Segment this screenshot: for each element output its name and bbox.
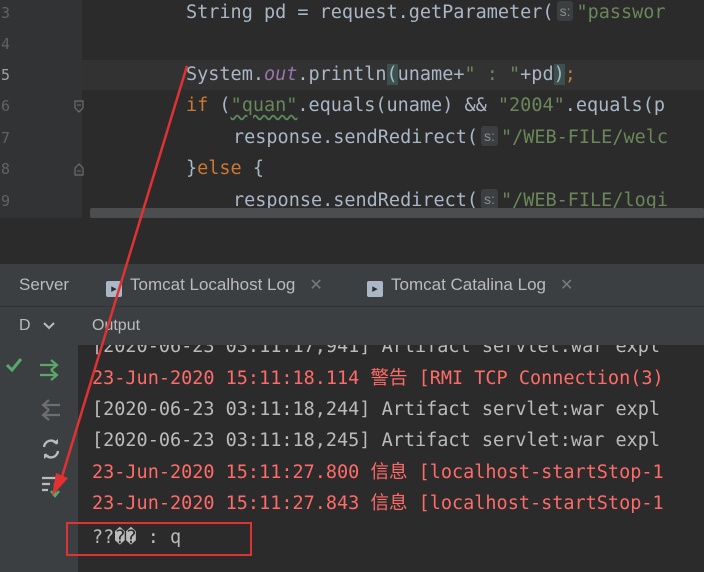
- code-line: }else {: [186, 158, 264, 179]
- line-gutter: 3 4 5 6 7 8 9: [0, 0, 84, 218]
- param-hint: s:: [481, 126, 498, 146]
- horizontal-scrollbar[interactable]: [90, 208, 704, 218]
- tab-tomcat-localhost-log[interactable]: ▸ Tomcat Localhost Log ✕: [106, 264, 323, 306]
- line-number: 6: [0, 97, 10, 115]
- param-hint: s:: [556, 1, 574, 21]
- code-editor[interactable]: 3 4 5 6 7 8 9 String pd = request.getPar…: [0, 0, 704, 218]
- undeploy-arrows-icon[interactable]: [38, 399, 62, 421]
- fold-marker-icon[interactable]: [74, 163, 84, 176]
- chevron-down-icon[interactable]: [42, 321, 56, 331]
- console-line: [2020-06-23 03:11:18,245] Artifact servl…: [92, 430, 661, 451]
- console-line: 23-Jun-2020 15:11:27.800 信息 [localhost-s…: [92, 462, 664, 483]
- close-icon[interactable]: ✕: [560, 277, 573, 294]
- line-number: 3: [0, 4, 10, 22]
- line-number: 5: [0, 66, 10, 84]
- refresh-icon[interactable]: [40, 438, 62, 460]
- deployment-label: D: [19, 317, 31, 334]
- console-line: [2020-06-23 03:11:17,941] Artifact servl…: [92, 345, 661, 357]
- check-icon: [5, 358, 23, 373]
- deploy-arrows-icon[interactable]: [38, 359, 62, 381]
- tool-header: D Output: [0, 307, 704, 345]
- code-line: if ("quan".equals(uname) && "2004".equal…: [186, 95, 665, 116]
- close-icon[interactable]: ✕: [309, 277, 322, 294]
- code-line: System.out.println(uname+" : "+pd);: [186, 64, 576, 85]
- line-number: 9: [0, 192, 10, 210]
- fold-marker-icon[interactable]: [74, 100, 84, 113]
- tool-window-tabs: Server ▸ Tomcat Localhost Log ✕ ▸ Tomcat Ca…: [0, 264, 704, 307]
- annotation-box: [66, 522, 252, 556]
- output-label: Output: [92, 317, 141, 334]
- log-icon: ▸: [367, 281, 383, 297]
- console-line: 23-Jun-2020 15:11:18.114 警告 [RMI TCP Con…: [92, 368, 664, 389]
- code-line: String pd = request.getParameter(s: "pass…: [186, 1, 666, 23]
- line-number: 7: [0, 129, 10, 147]
- tab-label: Tomcat Localhost Log: [130, 275, 296, 294]
- tab-tomcat-catalina-log[interactable]: ▸ Tomcat Catalina Log ✕: [367, 264, 573, 306]
- tab-label: Tomcat Catalina Log: [391, 275, 546, 294]
- tab-server[interactable]: Server: [19, 264, 69, 306]
- tab-label: Server: [19, 275, 70, 294]
- line-number: 4: [0, 35, 10, 53]
- console-line: 23-Jun-2020 15:11:27.843 信息 [localhost-s…: [92, 493, 664, 514]
- console-line: [2020-06-23 03:11:18,244] Artifact servl…: [92, 399, 661, 420]
- code-line: response.sendRedirect(s: "/WEB-FILE/welc: [233, 126, 669, 148]
- scroll-to-end-icon[interactable]: [40, 475, 62, 499]
- param-hint: s:: [481, 189, 498, 209]
- log-icon: ▸: [106, 281, 122, 297]
- splitter[interactable]: [0, 218, 704, 264]
- line-number: 8: [0, 160, 10, 178]
